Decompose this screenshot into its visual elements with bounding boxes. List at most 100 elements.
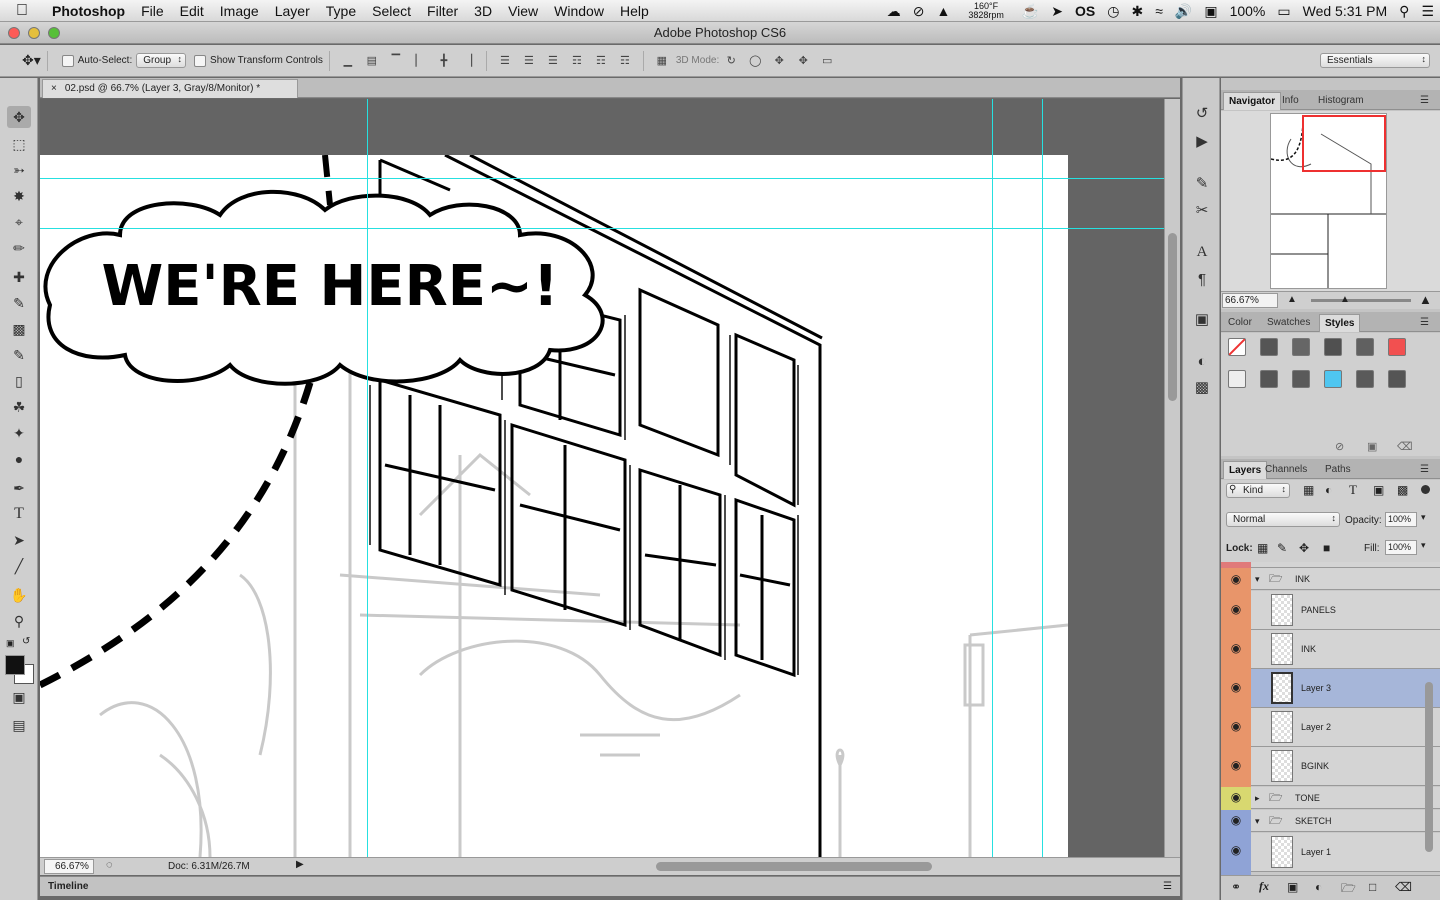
distribute-right-icon[interactable]: ☶ xyxy=(617,54,633,68)
navigator-view-box[interactable] xyxy=(1302,115,1386,172)
battery-percent[interactable]: 100% xyxy=(1224,3,1272,19)
panel-menu-icon[interactable]: ☰ xyxy=(1415,461,1434,479)
distribute-bottom-icon[interactable]: ☰ xyxy=(545,54,561,68)
horizontal-scroll-thumb[interactable] xyxy=(656,862,932,871)
tab-histogram[interactable]: Histogram xyxy=(1313,92,1369,110)
layer-row[interactable]: BGINK xyxy=(1251,747,1440,786)
visibility-eye-icon[interactable]: ◉ xyxy=(1221,719,1251,733)
crop-tool-icon[interactable]: ⌖ xyxy=(7,211,31,233)
layers-list[interactable]: ◉ ▾ 🗁 INK ◉ PANELS ◉ INK ◉ Layer 3 ◉ Lay… xyxy=(1221,562,1440,878)
align-left-icon[interactable]: ▏ xyxy=(412,54,428,68)
delete-layer-icon[interactable]: ⌫ xyxy=(1395,880,1412,894)
delete-style-icon[interactable]: ⌫ xyxy=(1397,440,1413,453)
style-swatch[interactable] xyxy=(1356,338,1374,356)
visibility-eye-icon[interactable]: ◉ xyxy=(1221,680,1251,694)
clone-source-icon[interactable]: ▣ xyxy=(1192,310,1212,330)
default-colors-icon[interactable]: ▣ xyxy=(6,638,15,649)
os-label[interactable]: OS xyxy=(1069,3,1101,19)
status-menu-arrow-icon[interactable]: ▶ xyxy=(296,859,304,870)
align-right-icon[interactable]: ▕ xyxy=(460,54,476,68)
layer-style-icon[interactable]: fx xyxy=(1259,879,1269,894)
healing-tool-icon[interactable]: ✚ xyxy=(7,266,31,288)
3d-scale-icon[interactable]: ▭ xyxy=(819,54,835,68)
layers-scroll-thumb[interactable] xyxy=(1425,682,1433,852)
filter-toggle[interactable] xyxy=(1421,485,1430,494)
vertical-scrollbar[interactable] xyxy=(1164,99,1180,857)
visibility-eye-icon[interactable]: ◉ xyxy=(1221,843,1251,857)
timeline-label[interactable]: Timeline xyxy=(48,881,88,892)
canvas-area[interactable]: WE'RE HERE~! xyxy=(40,99,1164,857)
move-tool-icon[interactable]: ✥ xyxy=(7,106,31,128)
eraser-tool-icon[interactable]: ▯ xyxy=(7,370,31,392)
time-machine-icon[interactable]: ◷ xyxy=(1101,3,1125,20)
lock-pixels-icon[interactable]: ✎ xyxy=(1277,541,1287,555)
style-swatch[interactable] xyxy=(1292,370,1310,388)
visibility-eye-icon[interactable]: ◉ xyxy=(1221,602,1251,616)
style-swatch[interactable] xyxy=(1260,338,1278,356)
vertical-guide[interactable] xyxy=(367,99,368,857)
minimize-window-button[interactable] xyxy=(28,27,40,39)
layer-row[interactable]: Layer 1 xyxy=(1251,833,1440,872)
notification-center-icon[interactable]: ☰ xyxy=(1415,3,1440,20)
panel-menu-icon[interactable]: ☰ xyxy=(1415,92,1434,110)
stamp-tool-icon[interactable]: ▩ xyxy=(7,318,31,340)
menu-3d[interactable]: 3D xyxy=(466,0,500,22)
close-window-button[interactable] xyxy=(8,27,20,39)
lock-transparency-icon[interactable]: ▦ xyxy=(1257,541,1268,555)
share-icon[interactable]: ◌ xyxy=(106,859,113,871)
zoom-out-icon[interactable]: ▲ xyxy=(1287,294,1297,305)
vertical-guide[interactable] xyxy=(992,99,993,857)
foreground-color-swatch[interactable] xyxy=(5,655,25,675)
tab-color[interactable]: Color xyxy=(1223,314,1257,332)
adjustments-icon[interactable]: ◐ xyxy=(1192,352,1212,372)
group-collapsed-icon[interactable]: ▸ xyxy=(1255,787,1260,809)
history-brush-icon[interactable]: ✎ xyxy=(7,344,31,366)
navigator-thumbnail[interactable] xyxy=(1270,113,1387,289)
tab-navigator[interactable]: Navigator xyxy=(1223,92,1282,110)
style-swatch[interactable] xyxy=(1260,370,1278,388)
align-hcenter-icon[interactable]: ╋ xyxy=(436,54,452,68)
vertical-guide[interactable] xyxy=(1042,99,1043,857)
link-layers-icon[interactable]: ⚭ xyxy=(1231,880,1241,894)
menu-view[interactable]: View xyxy=(500,0,546,22)
visibility-eye-icon[interactable]: ◉ xyxy=(1221,813,1251,827)
apple-icon[interactable]:  xyxy=(0,0,44,22)
filter-smart-object-icon[interactable]: ▩ xyxy=(1397,483,1408,497)
panel-menu-icon[interactable]: ☰ xyxy=(1415,314,1434,332)
tab-paths[interactable]: Paths xyxy=(1320,461,1356,479)
screen-mode-icon[interactable]: ▤ xyxy=(7,714,31,736)
do-not-disturb-icon[interactable]: ⊘ xyxy=(907,3,931,20)
style-none[interactable] xyxy=(1228,338,1246,356)
layer-group-tone[interactable]: ▸ 🗁 TONE xyxy=(1251,787,1440,809)
flag-icon[interactable]: ▣ xyxy=(1198,3,1223,20)
menu-select[interactable]: Select xyxy=(364,0,419,22)
opacity-field[interactable]: 100% xyxy=(1385,512,1417,527)
quick-mask-icon[interactable]: ▣ xyxy=(7,686,31,708)
distribute-top-icon[interactable]: ☰ xyxy=(497,54,513,68)
fill-slider-arrow[interactable]: ▾ xyxy=(1421,540,1426,551)
creative-cloud-icon[interactable]: ☁ xyxy=(881,3,907,20)
app-menu[interactable]: Photoshop xyxy=(44,0,133,22)
new-adjustment-icon[interactable]: ◐ xyxy=(1315,880,1322,894)
type-tool-icon[interactable]: T xyxy=(7,503,31,525)
new-style-icon[interactable]: ▣ xyxy=(1367,440,1377,453)
3d-rotate-icon[interactable]: ↻ xyxy=(723,54,739,68)
style-swatch[interactable] xyxy=(1356,370,1374,388)
style-swatch[interactable] xyxy=(1228,370,1246,388)
align-top-icon[interactable]: ▁ xyxy=(340,54,356,68)
blend-mode-dropdown[interactable]: Normal xyxy=(1226,512,1340,527)
coffee-icon[interactable]: ☕ xyxy=(1016,3,1045,20)
new-group-icon[interactable]: 🗁 xyxy=(1341,879,1356,900)
menu-filter[interactable]: Filter xyxy=(419,0,466,22)
zoom-window-button[interactable] xyxy=(48,27,60,39)
zoom-field[interactable]: 66.67% xyxy=(44,859,94,874)
filter-shape-icon[interactable]: ▣ xyxy=(1373,483,1384,497)
layer-group-ink[interactable]: ▾ 🗁 INK xyxy=(1251,568,1440,590)
tab-styles[interactable]: Styles xyxy=(1319,314,1361,332)
layer-row[interactable]: Layer 2 xyxy=(1251,708,1440,747)
visibility-eye-icon[interactable]: ◉ xyxy=(1221,641,1251,655)
layer-row[interactable]: PANELS xyxy=(1251,591,1440,630)
hand-tool-icon[interactable]: ✋ xyxy=(7,584,31,606)
brush-presets-icon[interactable]: ✎ xyxy=(1192,174,1212,194)
eyedropper-tool-icon[interactable]: ✏ xyxy=(7,237,31,259)
